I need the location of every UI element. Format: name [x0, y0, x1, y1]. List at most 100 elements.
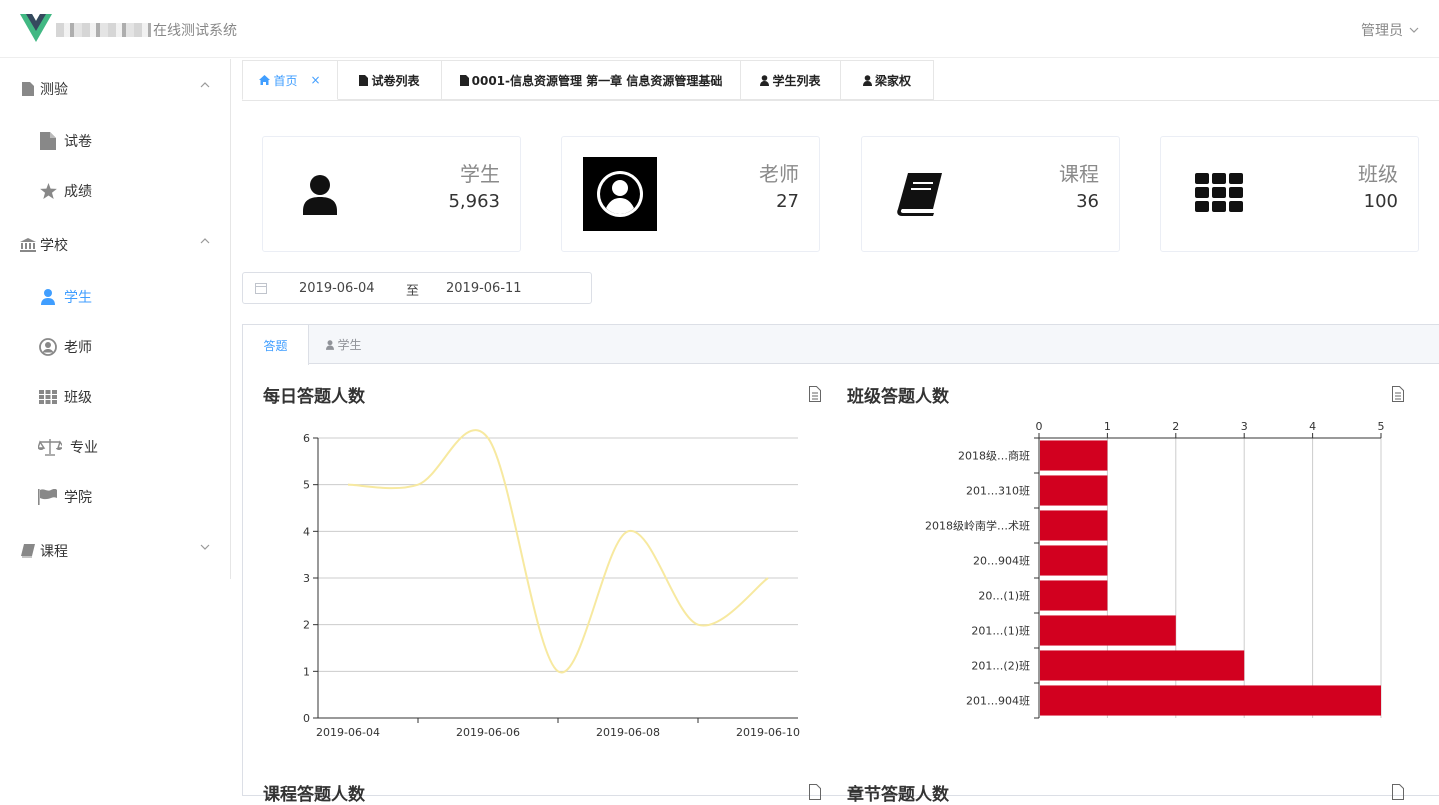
sidebar-item-label: 学生 [64, 287, 92, 307]
x-tick-label: 4 [1309, 420, 1316, 433]
user-name: 管理员 [1361, 20, 1403, 40]
app-title: 在线测试系统 [56, 20, 237, 40]
sidebar-item-teachers[interactable]: 老师 [0, 327, 230, 367]
calendar-icon [255, 282, 267, 294]
class-answers-bar-chart: 0123452018级…商班201…310班2018级岭南学…术班20…904班… [840, 415, 1400, 735]
sidebar-item-label: 老师 [64, 337, 92, 357]
data-view-icon[interactable] [809, 784, 821, 800]
user-menu-dropdown[interactable]: 管理员 [1361, 20, 1419, 40]
bar [1040, 615, 1176, 645]
y-tick-label: 201…904班 [966, 695, 1030, 708]
grid-icon [38, 390, 58, 404]
y-tick-label: 20…(1)班 [978, 590, 1030, 603]
sidebar: 测验 试卷 成绩 学校 学生 老师 班级 专业 学院 课程 [0, 59, 231, 579]
tab-answers[interactable]: 答题 [243, 325, 309, 365]
menu-group-course[interactable]: 课程 [0, 531, 230, 571]
data-view-icon[interactable] [1392, 386, 1404, 402]
book-icon [896, 173, 944, 217]
y-tick-label: 6 [303, 432, 310, 445]
stat-value: 100 [1364, 191, 1398, 212]
tab-paper-detail[interactable]: 0001-信息资源管理 第一章 信息资源管理基础 [442, 60, 741, 100]
stat-label: 学生 [460, 158, 500, 187]
data-view-icon[interactable] [1392, 784, 1404, 800]
class-chart-title: 班级答题人数 [847, 382, 949, 407]
tab-student-list[interactable]: 学生列表 [741, 60, 841, 100]
range-separator: 至 [406, 280, 419, 299]
close-icon[interactable]: × [310, 73, 320, 87]
sidebar-item-colleges[interactable]: 学院 [0, 477, 230, 517]
menu-group-label: 课程 [40, 541, 68, 561]
tab-students[interactable]: 学生 [309, 325, 379, 364]
y-tick-label: 20…904班 [973, 555, 1030, 568]
y-tick-label: 201…310班 [966, 485, 1030, 498]
tab-home[interactable]: 首页 × [242, 60, 338, 100]
x-tick-label: 5 [1378, 420, 1385, 433]
y-tick-label: 3 [303, 572, 310, 585]
sidebar-item-label: 专业 [70, 437, 98, 457]
sidebar-item-label: 成绩 [64, 181, 92, 201]
vue-logo [20, 14, 52, 42]
y-tick-label: 201…(1)班 [971, 625, 1030, 638]
y-tick-label: 1 [303, 665, 310, 678]
tab-label: 答题 [263, 337, 287, 354]
tab-student-detail[interactable]: 梁家权 [841, 60, 934, 100]
bar [1040, 510, 1107, 540]
sidebar-item-label: 试卷 [64, 131, 92, 151]
x-tick-label: 2019-06-08 [596, 726, 660, 739]
course-chart-title: 课程答题人数 [263, 780, 365, 805]
sidebar-item-paper[interactable]: 试卷 [0, 121, 230, 161]
sidebar-item-classes[interactable]: 班级 [0, 377, 230, 417]
y-tick-label: 201…(2)班 [971, 660, 1030, 673]
star-icon [38, 183, 58, 199]
bank-icon [20, 238, 36, 252]
chevron-up-icon [200, 238, 210, 244]
book-icon [20, 544, 36, 558]
tab-label: 首页 [273, 72, 297, 89]
th-icon [1195, 173, 1243, 213]
bar [1040, 545, 1107, 575]
chapter-chart-title: 章节答题人数 [847, 780, 949, 805]
bar [1040, 685, 1381, 715]
menu-group-school[interactable]: 学校 [0, 225, 230, 265]
bar [1040, 580, 1107, 610]
flag-icon [38, 489, 58, 505]
tab-paper-list[interactable]: 试卷列表 [338, 60, 442, 100]
sidebar-item-label: 学院 [64, 487, 92, 507]
date-range-picker[interactable]: 2019-06-04 至 2019-06-11 [242, 272, 592, 304]
sidebar-item-majors[interactable]: 专业 [0, 427, 230, 467]
daily-chart-title: 每日答题人数 [263, 382, 365, 407]
chart-tabs: 答题 学生 [242, 324, 1439, 364]
chevron-down-icon [1409, 27, 1419, 33]
y-tick-label: 5 [303, 479, 310, 492]
start-date-input[interactable]: 2019-06-04 [299, 281, 375, 296]
x-tick-label: 2019-06-04 [316, 726, 380, 739]
page-tabs: 首页 × 试卷列表 0001-信息资源管理 第一章 信息资源管理基础 学生列表 … [242, 60, 1439, 101]
stat-value: 27 [776, 191, 799, 212]
user-icon [863, 75, 872, 86]
top-header: 在线测试系统 管理员 [0, 0, 1439, 58]
user-icon [303, 175, 337, 215]
file-icon [460, 75, 469, 86]
data-view-icon[interactable] [809, 386, 821, 402]
series-line [348, 430, 768, 672]
tab-label: 试卷列表 [371, 72, 419, 89]
y-tick-label: 4 [303, 525, 310, 538]
menu-group-quiz[interactable]: 测验 [0, 69, 230, 109]
y-tick-label: 2018级…商班 [958, 449, 1030, 463]
balance-scale-icon [38, 438, 62, 456]
sidebar-item-score[interactable]: 成绩 [0, 171, 230, 211]
end-date-input[interactable]: 2019-06-11 [446, 281, 522, 296]
bar [1040, 650, 1244, 680]
tab-label: 学生 [337, 336, 361, 353]
stat-card-courses: 课程 36 [861, 136, 1120, 252]
menu-group-label: 测验 [40, 79, 68, 99]
y-tick-label: 2 [303, 619, 310, 632]
daily-answers-line-chart: 01234562019-06-042019-06-062019-06-08201… [290, 430, 810, 750]
file-icon [359, 75, 368, 86]
bar [1040, 440, 1107, 470]
redacted-title-prefix [56, 23, 151, 37]
stat-card-students: 学生 5,963 [262, 136, 521, 252]
sidebar-item-students[interactable]: 学生 [0, 277, 230, 317]
y-tick-label: 2018级岭南学…术班 [925, 519, 1030, 533]
home-icon [259, 75, 270, 85]
